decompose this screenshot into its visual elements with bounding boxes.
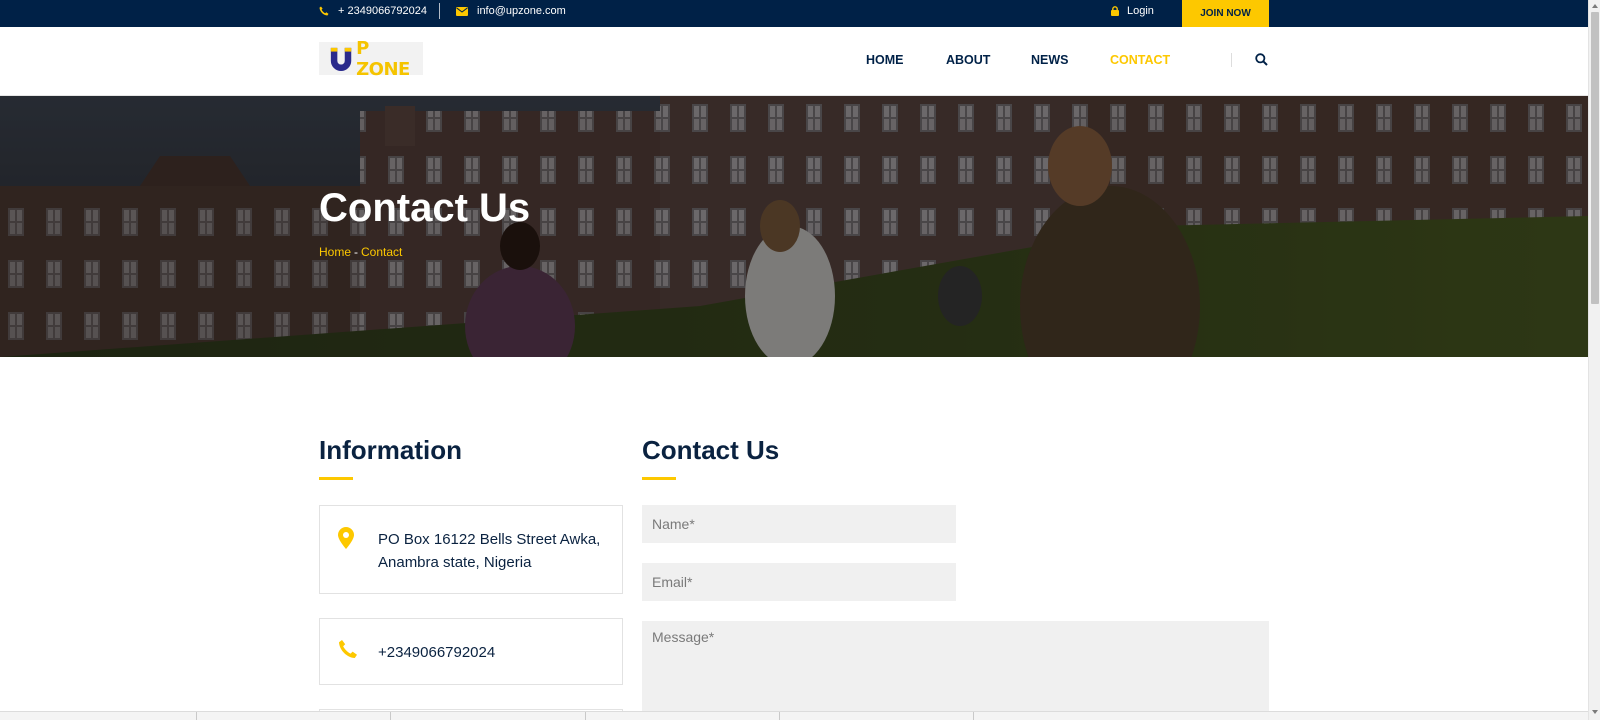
login-link[interactable]: Login: [1111, 0, 1154, 22]
site-logo[interactable]: P ZONE: [319, 38, 423, 80]
main-header: P ZONE HOME ABOUT NEWS CONTACT: [0, 27, 1588, 96]
topbar-divider: [439, 3, 440, 19]
strip-divider: [196, 712, 197, 720]
phone-icon: [339, 640, 357, 658]
phone-card: +2349066792024: [319, 618, 623, 685]
page-banner: Contact Us Home - Contact: [0, 96, 1588, 357]
lock-icon: [1111, 6, 1119, 16]
logo-text: P ZONE: [356, 37, 410, 80]
address-line-2: Anambra state, Nigeria: [378, 554, 532, 571]
nav-news[interactable]: NEWS: [1031, 53, 1069, 67]
topbar-phone[interactable]: + 2349066792024: [319, 0, 427, 22]
horizontal-scrollbar[interactable]: [0, 711, 1588, 720]
logo-u-icon: [330, 47, 352, 71]
address-line-1: PO Box 16122 Bells Street Awka,: [378, 531, 601, 548]
nav-divider: [1231, 53, 1232, 67]
address-text: PO Box 16122 Bells Street Awka, Anambra …: [378, 528, 600, 574]
join-now-button[interactable]: JOIN NOW: [1182, 0, 1269, 27]
page-title: Contact Us: [319, 186, 531, 230]
name-input[interactable]: [642, 505, 956, 543]
email-input[interactable]: [642, 563, 956, 601]
address-card: PO Box 16122 Bells Street Awka, Anambra …: [319, 505, 623, 594]
topbar-email-text: info@upzone.com: [477, 5, 566, 17]
mail-icon: [456, 6, 468, 16]
scroll-down-arrow-icon[interactable]: [1592, 710, 1598, 714]
breadcrumb-current: Contact: [361, 245, 403, 259]
strip-divider: [779, 712, 780, 720]
map-marker-icon: [338, 527, 354, 549]
phone-icon: [319, 6, 329, 16]
contact-form-heading: Contact Us: [642, 435, 780, 465]
information-heading: Information: [319, 435, 462, 465]
nav-about[interactable]: ABOUT: [946, 53, 990, 67]
nav-home[interactable]: HOME: [866, 53, 904, 67]
nav-contact[interactable]: CONTACT: [1110, 53, 1170, 67]
breadcrumb-separator: -: [354, 245, 359, 259]
topbar-email[interactable]: info@upzone.com: [456, 0, 566, 22]
message-textarea[interactable]: [642, 621, 1269, 720]
login-label: Login: [1127, 5, 1154, 17]
search-icon[interactable]: [1255, 53, 1268, 66]
vertical-scrollbar[interactable]: [1588, 0, 1600, 720]
topbar-phone-text: + 2349066792024: [338, 5, 428, 17]
contact-form-heading-underline: [642, 477, 676, 480]
breadcrumb-home[interactable]: Home: [319, 245, 351, 259]
information-heading-underline: [319, 477, 353, 480]
scroll-up-arrow-icon[interactable]: [1592, 4, 1598, 8]
phone-text: +2349066792024: [378, 644, 496, 661]
top-bar: + 2349066792024 info@upzone.com Login JO…: [0, 0, 1588, 27]
strip-divider: [973, 712, 974, 720]
banner-photo: [0, 96, 1588, 357]
strip-divider: [585, 712, 586, 720]
scrollbar-thumb[interactable]: [1591, 12, 1599, 304]
strip-divider: [390, 712, 391, 720]
breadcrumb: Home - Contact: [319, 245, 402, 259]
